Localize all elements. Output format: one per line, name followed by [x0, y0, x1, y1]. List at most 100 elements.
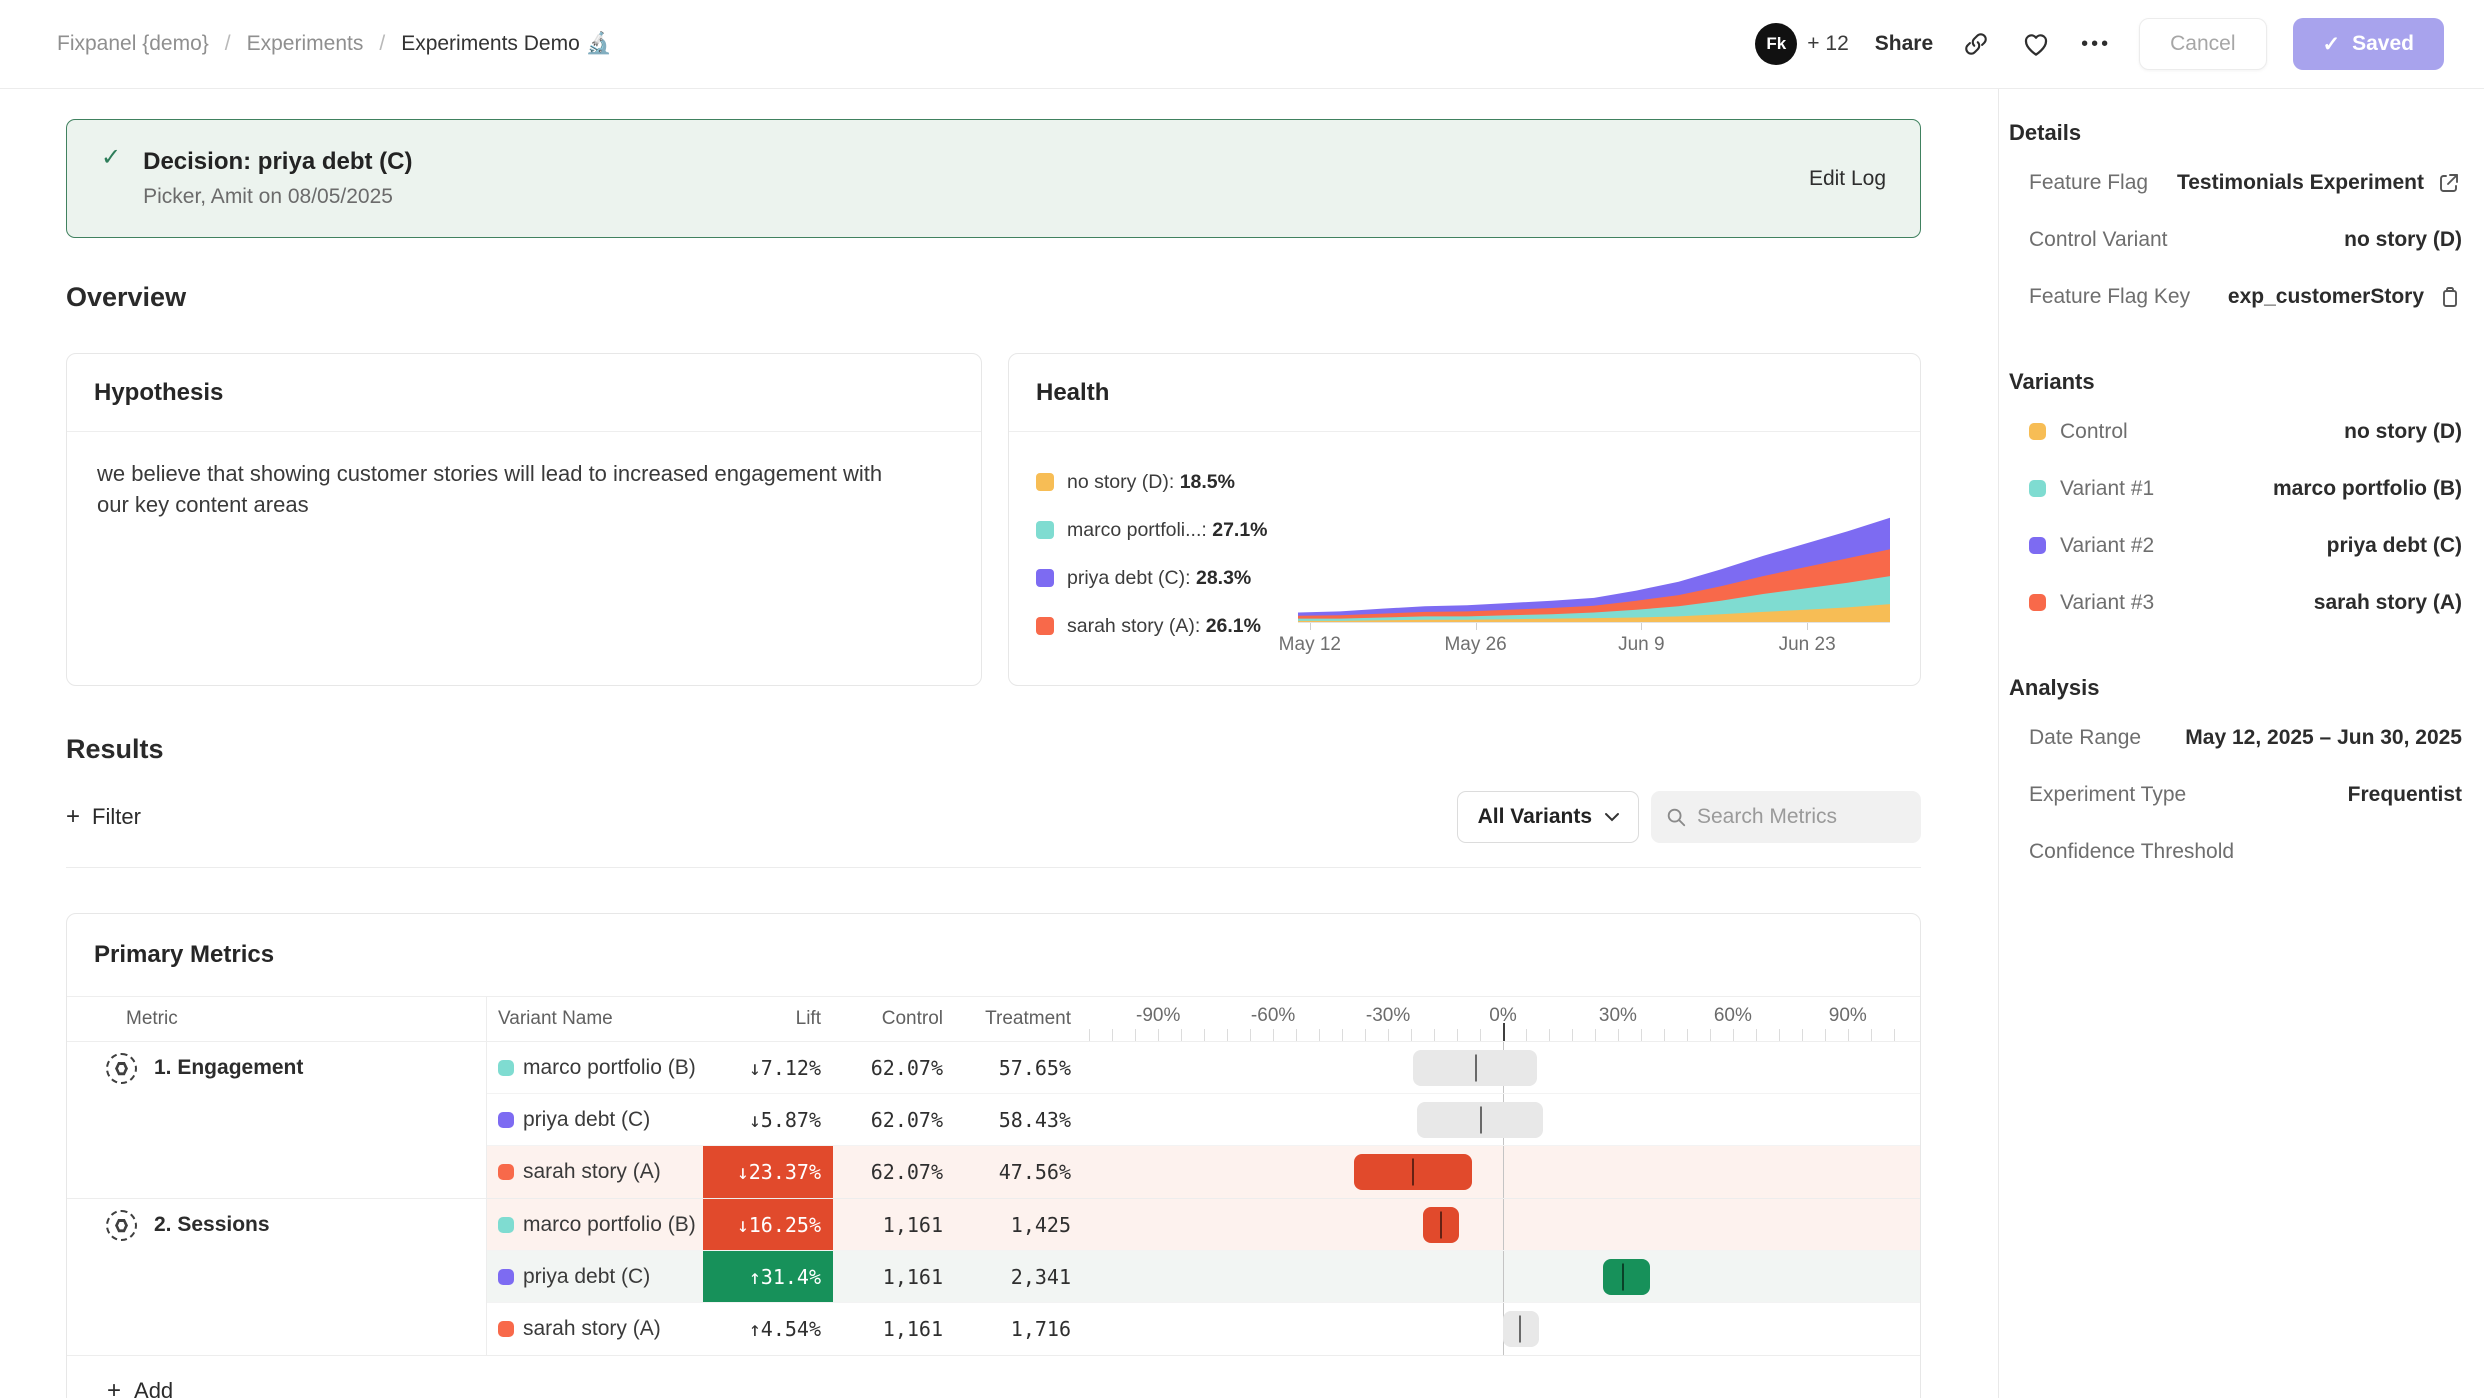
x-axis-tick — [1310, 623, 1311, 630]
health-chart-svg — [1298, 510, 1890, 622]
variant-name: priya debt (C) — [523, 1108, 650, 1132]
legend-swatch — [1036, 569, 1054, 587]
variant-swatch — [498, 1164, 514, 1180]
lift-axis-label: 30% — [1599, 1005, 1637, 1027]
breadcrumb-project[interactable]: Fixpanel {demo} — [57, 32, 209, 56]
lift-axis-label: 90% — [1829, 1005, 1867, 1027]
detail-row: Control Variantno story (D) — [2009, 211, 2462, 268]
treatment-value-cell: 1,425 — [947, 1213, 1075, 1237]
variant-result-row[interactable]: marco portfolio (B)↓16.25%1,1611,425 — [487, 1199, 1920, 1251]
avatar[interactable]: Fk — [1755, 23, 1797, 65]
variant-result-row[interactable]: priya debt (C)↑31.4%1,1612,341 — [487, 1251, 1920, 1303]
ruler-tick — [1480, 1029, 1481, 1041]
ruler-tick — [1733, 1029, 1734, 1041]
analysis-label: Confidence Threshold — [2029, 840, 2234, 864]
treatment-value-cell: 1,716 — [947, 1317, 1075, 1341]
search-metrics-input[interactable] — [1697, 805, 1897, 829]
variant-name-cell: priya debt (C) — [487, 1108, 703, 1132]
share-button[interactable]: Share — [1875, 32, 1933, 56]
ruler-tick — [1641, 1029, 1642, 1041]
variant-name-cell: marco portfolio (B) — [487, 1056, 703, 1080]
favorite-heart-icon[interactable] — [2019, 27, 2053, 61]
legend-item: priya debt (C): 28.3% — [1036, 554, 1268, 602]
col-header-control: Control — [833, 1008, 947, 1030]
confidence-interval-cell — [1075, 1146, 1920, 1198]
variant-result-row[interactable]: priya debt (C)↓5.87%62.07%58.43% — [487, 1094, 1920, 1146]
avatar-overflow-count[interactable]: + 12 — [1807, 32, 1848, 56]
zero-line — [1503, 1146, 1504, 1198]
hypothesis-body[interactable]: we believe that showing customer stories… — [67, 432, 927, 546]
copy-link-icon[interactable] — [1959, 27, 1993, 61]
variant-swatch — [498, 1321, 514, 1337]
all-variants-dropdown[interactable]: All Variants — [1457, 791, 1639, 843]
ruler-tick — [1664, 1029, 1665, 1041]
detail-value: exp_customerStory — [2228, 284, 2462, 310]
variant-swatch — [498, 1269, 514, 1285]
variant-value-text: no story (D) — [2344, 420, 2462, 444]
zero-line — [1503, 1251, 1504, 1302]
results-heading: Results — [66, 734, 1921, 765]
metric-name: 2. Sessions — [154, 1213, 270, 1237]
cancel-button[interactable]: Cancel — [2139, 18, 2266, 70]
add-filter-button[interactable]: + Filter — [66, 804, 141, 830]
hexagon-inner — [118, 1065, 125, 1073]
ruler-tick — [1181, 1029, 1182, 1041]
legend-item: marco portfoli...: 27.1% — [1036, 506, 1268, 554]
variant-value-text: priya debt (C) — [2327, 534, 2462, 558]
ruler-tick — [1549, 1029, 1550, 1041]
variant-result-row[interactable]: sarah story (A)↑4.54%1,1611,716 — [487, 1303, 1920, 1355]
copy-icon[interactable] — [2436, 284, 2462, 310]
external-link-icon[interactable] — [2436, 170, 2462, 196]
variant-value-text: marco portfolio (B) — [2273, 477, 2462, 501]
decision-check-icon: ✓ — [101, 143, 121, 172]
more-options-icon[interactable]: ••• — [2079, 27, 2113, 61]
breadcrumb-experiments[interactable]: Experiments — [247, 32, 364, 56]
breadcrumb-separator: / — [225, 32, 231, 56]
search-metrics-box — [1651, 791, 1921, 843]
ruler-tick — [1204, 1029, 1205, 1041]
confidence-interval-cell — [1075, 1094, 1920, 1145]
variant-name-cell: marco portfolio (B) — [487, 1213, 703, 1237]
ruler-tick — [1273, 1029, 1274, 1041]
ruler-tick — [1158, 1029, 1159, 1041]
detail-label: Control Variant — [2029, 228, 2168, 252]
col-header-metric: Metric — [67, 997, 487, 1041]
metric-cell[interactable]: 2. Sessions — [67, 1199, 487, 1355]
variant-value: sarah story (A) — [2314, 591, 2462, 615]
variant-name-cell: sarah story (A) — [487, 1160, 703, 1184]
variants-heading: Variants — [2009, 369, 2462, 395]
health-area-chart: May 12May 26Jun 9Jun 23 — [1298, 510, 1890, 656]
detail-value-text: Testimonials Experiment — [2177, 171, 2424, 195]
metric-cell[interactable]: 1. Engagement — [67, 1042, 487, 1198]
decision-banner: ✓ Decision: priya debt (C) Picker, Amit … — [66, 119, 1921, 238]
legend-value: 18.5% — [1180, 471, 1235, 493]
x-axis-tick-label: Jun 23 — [1779, 634, 1836, 656]
add-metric-button[interactable]: + Add — [67, 1356, 1920, 1398]
ruler-tick — [1342, 1029, 1343, 1041]
legend-value: 28.3% — [1196, 567, 1251, 589]
edit-log-button[interactable]: Edit Log — [1809, 167, 1886, 191]
ruler-tick — [1894, 1029, 1895, 1041]
lift-axis-header: -90%-60%-30%0%30%60%90% — [1075, 997, 1920, 1041]
ruler-tick — [1756, 1029, 1757, 1041]
control-value-cell: 1,161 — [833, 1265, 947, 1289]
lift-point-marker — [1412, 1159, 1414, 1186]
topbar-actions: Fk + 12 Share ••• Cancel ✓ Saved — [1755, 18, 2444, 70]
control-value-cell: 1,161 — [833, 1213, 947, 1237]
variant-label: Control — [2060, 420, 2128, 444]
ruler-tick — [1802, 1029, 1803, 1041]
analysis-row: Date RangeMay 12, 2025 – Jun 30, 2025 — [2009, 709, 2462, 766]
variant-swatch — [498, 1112, 514, 1128]
lift-axis-label: -90% — [1136, 1005, 1180, 1027]
variant-row: Variant #1marco portfolio (B) — [2009, 460, 2462, 517]
health-legend: no story (D): 18.5%marco portfoli...: 27… — [1036, 458, 1268, 668]
control-value-cell: 62.07% — [833, 1160, 947, 1184]
variant-result-row[interactable]: marco portfolio (B)↓7.12%62.07%57.65% — [487, 1042, 1920, 1094]
saved-button[interactable]: ✓ Saved — [2293, 18, 2444, 70]
details-sidebar: Details Feature FlagTestimonials Experim… — [1998, 89, 2484, 1398]
variant-result-row[interactable]: sarah story (A)↓23.37%62.07%47.56% — [487, 1146, 1920, 1198]
variant-label: Variant #3 — [2060, 591, 2154, 615]
legend-label: sarah story (A): 26.1% — [1067, 615, 1261, 638]
decision-title: Decision: priya debt (C) — [143, 148, 412, 176]
confidence-interval-cell — [1075, 1199, 1920, 1250]
